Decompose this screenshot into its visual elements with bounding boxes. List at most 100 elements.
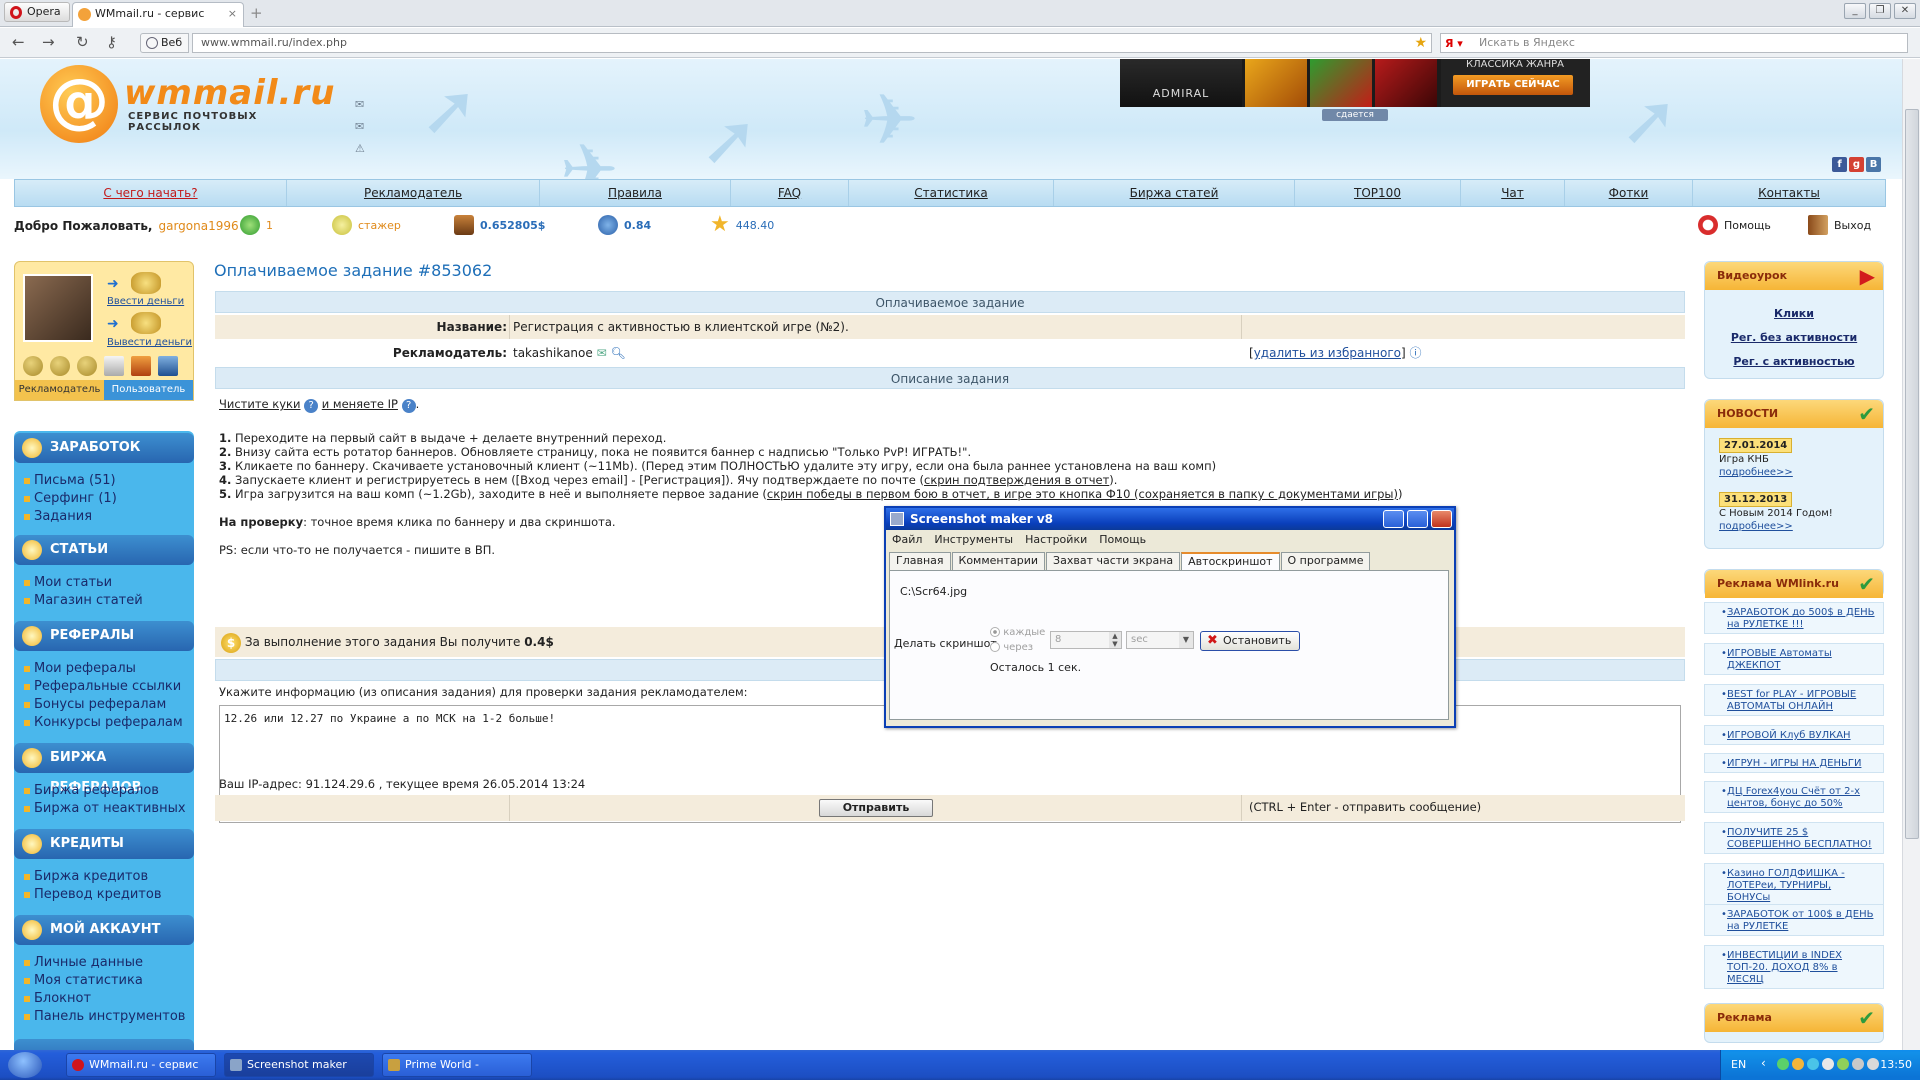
menu-help[interactable]: Помощь (1099, 530, 1146, 550)
maximize-icon[interactable] (1407, 510, 1428, 528)
sidebar-item-article-shop[interactable]: Магазин статей (24, 593, 143, 608)
mail-icon[interactable]: ✉ (597, 346, 607, 360)
news-more-link[interactable]: подробнее>> (1719, 520, 1833, 533)
menu-item-stats[interactable]: Статистика (849, 180, 1054, 206)
dialog-titlebar[interactable]: Screenshot maker v8 (886, 508, 1454, 530)
close-tab-icon[interactable]: × (228, 3, 237, 25)
ad-link[interactable]: ДЦ Forex4you Счёт от 2-х центов, бонус д… (1704, 781, 1884, 813)
ad-banner[interactable]: ADMIRAL КЛАССИКА ЖАНРА ИГРАТЬ СЕЙЧАС (1120, 59, 1590, 107)
menu-item-faq[interactable]: FAQ (731, 180, 849, 206)
change-ip-link[interactable]: и меняете IP (322, 397, 398, 411)
ad-link[interactable]: ПОЛУЧИТЕ 25 $ СОВЕРШЕННО БЕСПЛАТНО! (1704, 822, 1884, 854)
tab-auto-screenshot[interactable]: Автоскриншот (1181, 552, 1280, 570)
ad-link[interactable]: ЗАРАБОТОК до 500$ в ДЕНЬ на РУЛЕТКЕ !!! (1704, 602, 1884, 634)
help-icon[interactable]: ? (304, 399, 319, 413)
sidebar-item-stats[interactable]: Моя статистика (24, 973, 143, 988)
ad-link[interactable]: ИНВЕСТИЦИИ в INDEX ТОП-20. ДОХОД 8% в МЕ… (1704, 945, 1884, 989)
sidebar-section-credits[interactable]: КРЕДИТЫ (14, 829, 194, 859)
menu-item-start[interactable]: С чего начать? (15, 180, 287, 206)
sidebar-item-credit-transfer[interactable]: Перевод кредитов (24, 887, 162, 902)
gift-icon[interactable] (131, 356, 151, 376)
balance[interactable]: 0.652805$ (454, 215, 545, 235)
tab-advertiser[interactable]: Рекламодатель (15, 380, 104, 400)
sidebar-item-surfing[interactable]: Серфинг (1) (24, 491, 117, 506)
taskbar-item-browser[interactable]: WMmail.ru - сервис п... (66, 1053, 216, 1077)
volume-icon[interactable] (1867, 1058, 1879, 1070)
sidebar-item-ref-contests[interactable]: Конкурсы рефералам (24, 715, 183, 730)
interval-spinner[interactable]: 8 ▲ ▼ (1050, 631, 1122, 649)
sidebar-item-ref-links[interactable]: Реферальные ссылки (24, 679, 181, 694)
wmlink-header[interactable]: Реклама WMlink.ru ✔ (1705, 570, 1883, 598)
stop-button[interactable]: ✖ Остановить (1200, 631, 1300, 651)
ad-link[interactable]: ЗАРАБОТОК от 100$ в ДЕНЬ на РУЛЕТКЕ (1704, 904, 1884, 936)
taskbar-item-screenshot-maker[interactable]: Screenshot maker (224, 1053, 374, 1077)
confirm-screenshot-link[interactable]: скрин подтверждения в отчет (924, 473, 1109, 487)
sidebar-item-notepad[interactable]: Блокнот (24, 991, 91, 1006)
rating[interactable]: ★ 448.40 (710, 214, 774, 236)
spinner-arrows-icon[interactable]: ▲ ▼ (1109, 632, 1121, 648)
deposit-link[interactable]: Ввести деньги (107, 296, 184, 307)
search-input[interactable]: Я ▾ Искать в Яндекс (1440, 33, 1908, 53)
tray-app-icon[interactable] (1777, 1058, 1789, 1070)
minimize-icon[interactable] (1383, 510, 1404, 528)
sidebar-section-ref-exchange[interactable]: БИРЖА РЕФЕРАЛОВ (14, 743, 194, 795)
network-icon[interactable] (1852, 1058, 1864, 1070)
menu-item-photos[interactable]: Фотки (1565, 180, 1693, 206)
tab-main[interactable]: Главная (889, 552, 951, 570)
banner-for-rent-label[interactable]: сдается (1322, 109, 1388, 121)
tray-expand-icon[interactable]: ‹ (1761, 1056, 1766, 1070)
tab-user[interactable]: Пользователь (104, 380, 193, 400)
news-more-link[interactable]: подробнее>> (1719, 466, 1793, 479)
clear-cookies-link[interactable]: Чистите куки (219, 397, 300, 411)
sidebar-item-ref-exchange[interactable]: Биржа рефералов (24, 783, 159, 798)
banner-play-button[interactable]: ИГРАТЬ СЕЙЧАС (1453, 75, 1573, 95)
help-link[interactable]: Помощь (1698, 215, 1771, 235)
site-logo[interactable]: @ wmmail.ru СЕРВИС ПОЧТОВЫХ РАССЫЛОК (40, 65, 334, 145)
browser-tab[interactable]: WMmail.ru - сервис почт...× (72, 2, 244, 42)
close-window-icon[interactable]: ✕ (1894, 3, 1916, 19)
withdraw-link[interactable]: Вывести деньги (107, 337, 192, 348)
restore-icon[interactable]: ❐ (1869, 3, 1891, 19)
reload-icon[interactable]: ↻ (76, 33, 89, 51)
menu-item-rules[interactable]: Правила (540, 180, 731, 206)
tab-comments[interactable]: Комментарии (951, 552, 1046, 570)
tray-app-icon[interactable] (1792, 1058, 1804, 1070)
banner-classic[interactable]: КЛАССИКА ЖАНРА ИГРАТЬ СЕЙЧАС (1441, 59, 1590, 107)
menu-item-top100[interactable]: TOP100 (1295, 180, 1461, 206)
web-button[interactable]: Веб (140, 33, 190, 53)
help-icon[interactable]: ? (401, 399, 416, 413)
sidebar-section-more[interactable] (14, 1039, 194, 1050)
sidebar-item-tasks[interactable]: Задания (24, 509, 92, 524)
ad-link[interactable]: ИГРОВОЙ Клуб ВУЛКАН (1704, 725, 1884, 745)
sidebar-section-articles[interactable]: СТАТЬИ (14, 535, 194, 565)
language-indicator[interactable]: EN (1731, 1058, 1746, 1071)
username[interactable]: gargona1996 (158, 219, 238, 233)
sidebar-item-my-articles[interactable]: Мои статьи (24, 575, 112, 590)
tab-about[interactable]: О программе (1280, 552, 1371, 570)
ad-link[interactable]: Казино ГОЛДФИШКА - ЛОТЕРеи, ТУРНИРЫ, БОН… (1704, 863, 1884, 907)
banner-resident[interactable] (1375, 59, 1437, 107)
info-icon[interactable]: ⓘ (1410, 346, 1422, 360)
menu-settings[interactable]: Настройки (1025, 530, 1087, 550)
chart-icon[interactable] (158, 356, 178, 376)
tray-app-icon[interactable] (1807, 1058, 1819, 1070)
menu-tools[interactable]: Инструменты (934, 530, 1013, 550)
credits[interactable]: 0.84 (598, 215, 651, 235)
user-status[interactable]: стажер (332, 215, 401, 235)
google-plus-icon[interactable]: g (1849, 157, 1864, 172)
key-icon[interactable]: ⚷ (106, 33, 117, 51)
facebook-icon[interactable]: f (1832, 157, 1847, 172)
video-link-reg-activity[interactable]: Рег. с активностью (1705, 350, 1883, 374)
tab-region-capture[interactable]: Захват части экрана (1046, 552, 1181, 570)
tray-app-icon[interactable] (1822, 1058, 1834, 1070)
banner-admiral[interactable]: ADMIRAL (1120, 59, 1242, 107)
pencil-icon[interactable] (104, 356, 124, 376)
sidebar-item-ref-bonus[interactable]: Бонусы рефералам (24, 697, 166, 712)
sidebar-section-account[interactable]: МОЙ АККАУНТ (14, 915, 194, 945)
banner-crazy-monkey[interactable] (1245, 59, 1307, 107)
minimize-icon[interactable]: _ (1844, 3, 1866, 19)
banner-fruit[interactable] (1310, 59, 1372, 107)
video-link-reg-no-activity[interactable]: Рег. без активности (1705, 326, 1883, 350)
sidebar-section-referrals[interactable]: РЕФЕРАЛЫ (14, 621, 194, 651)
video-header[interactable]: Видеоурок ▶ (1705, 262, 1883, 290)
